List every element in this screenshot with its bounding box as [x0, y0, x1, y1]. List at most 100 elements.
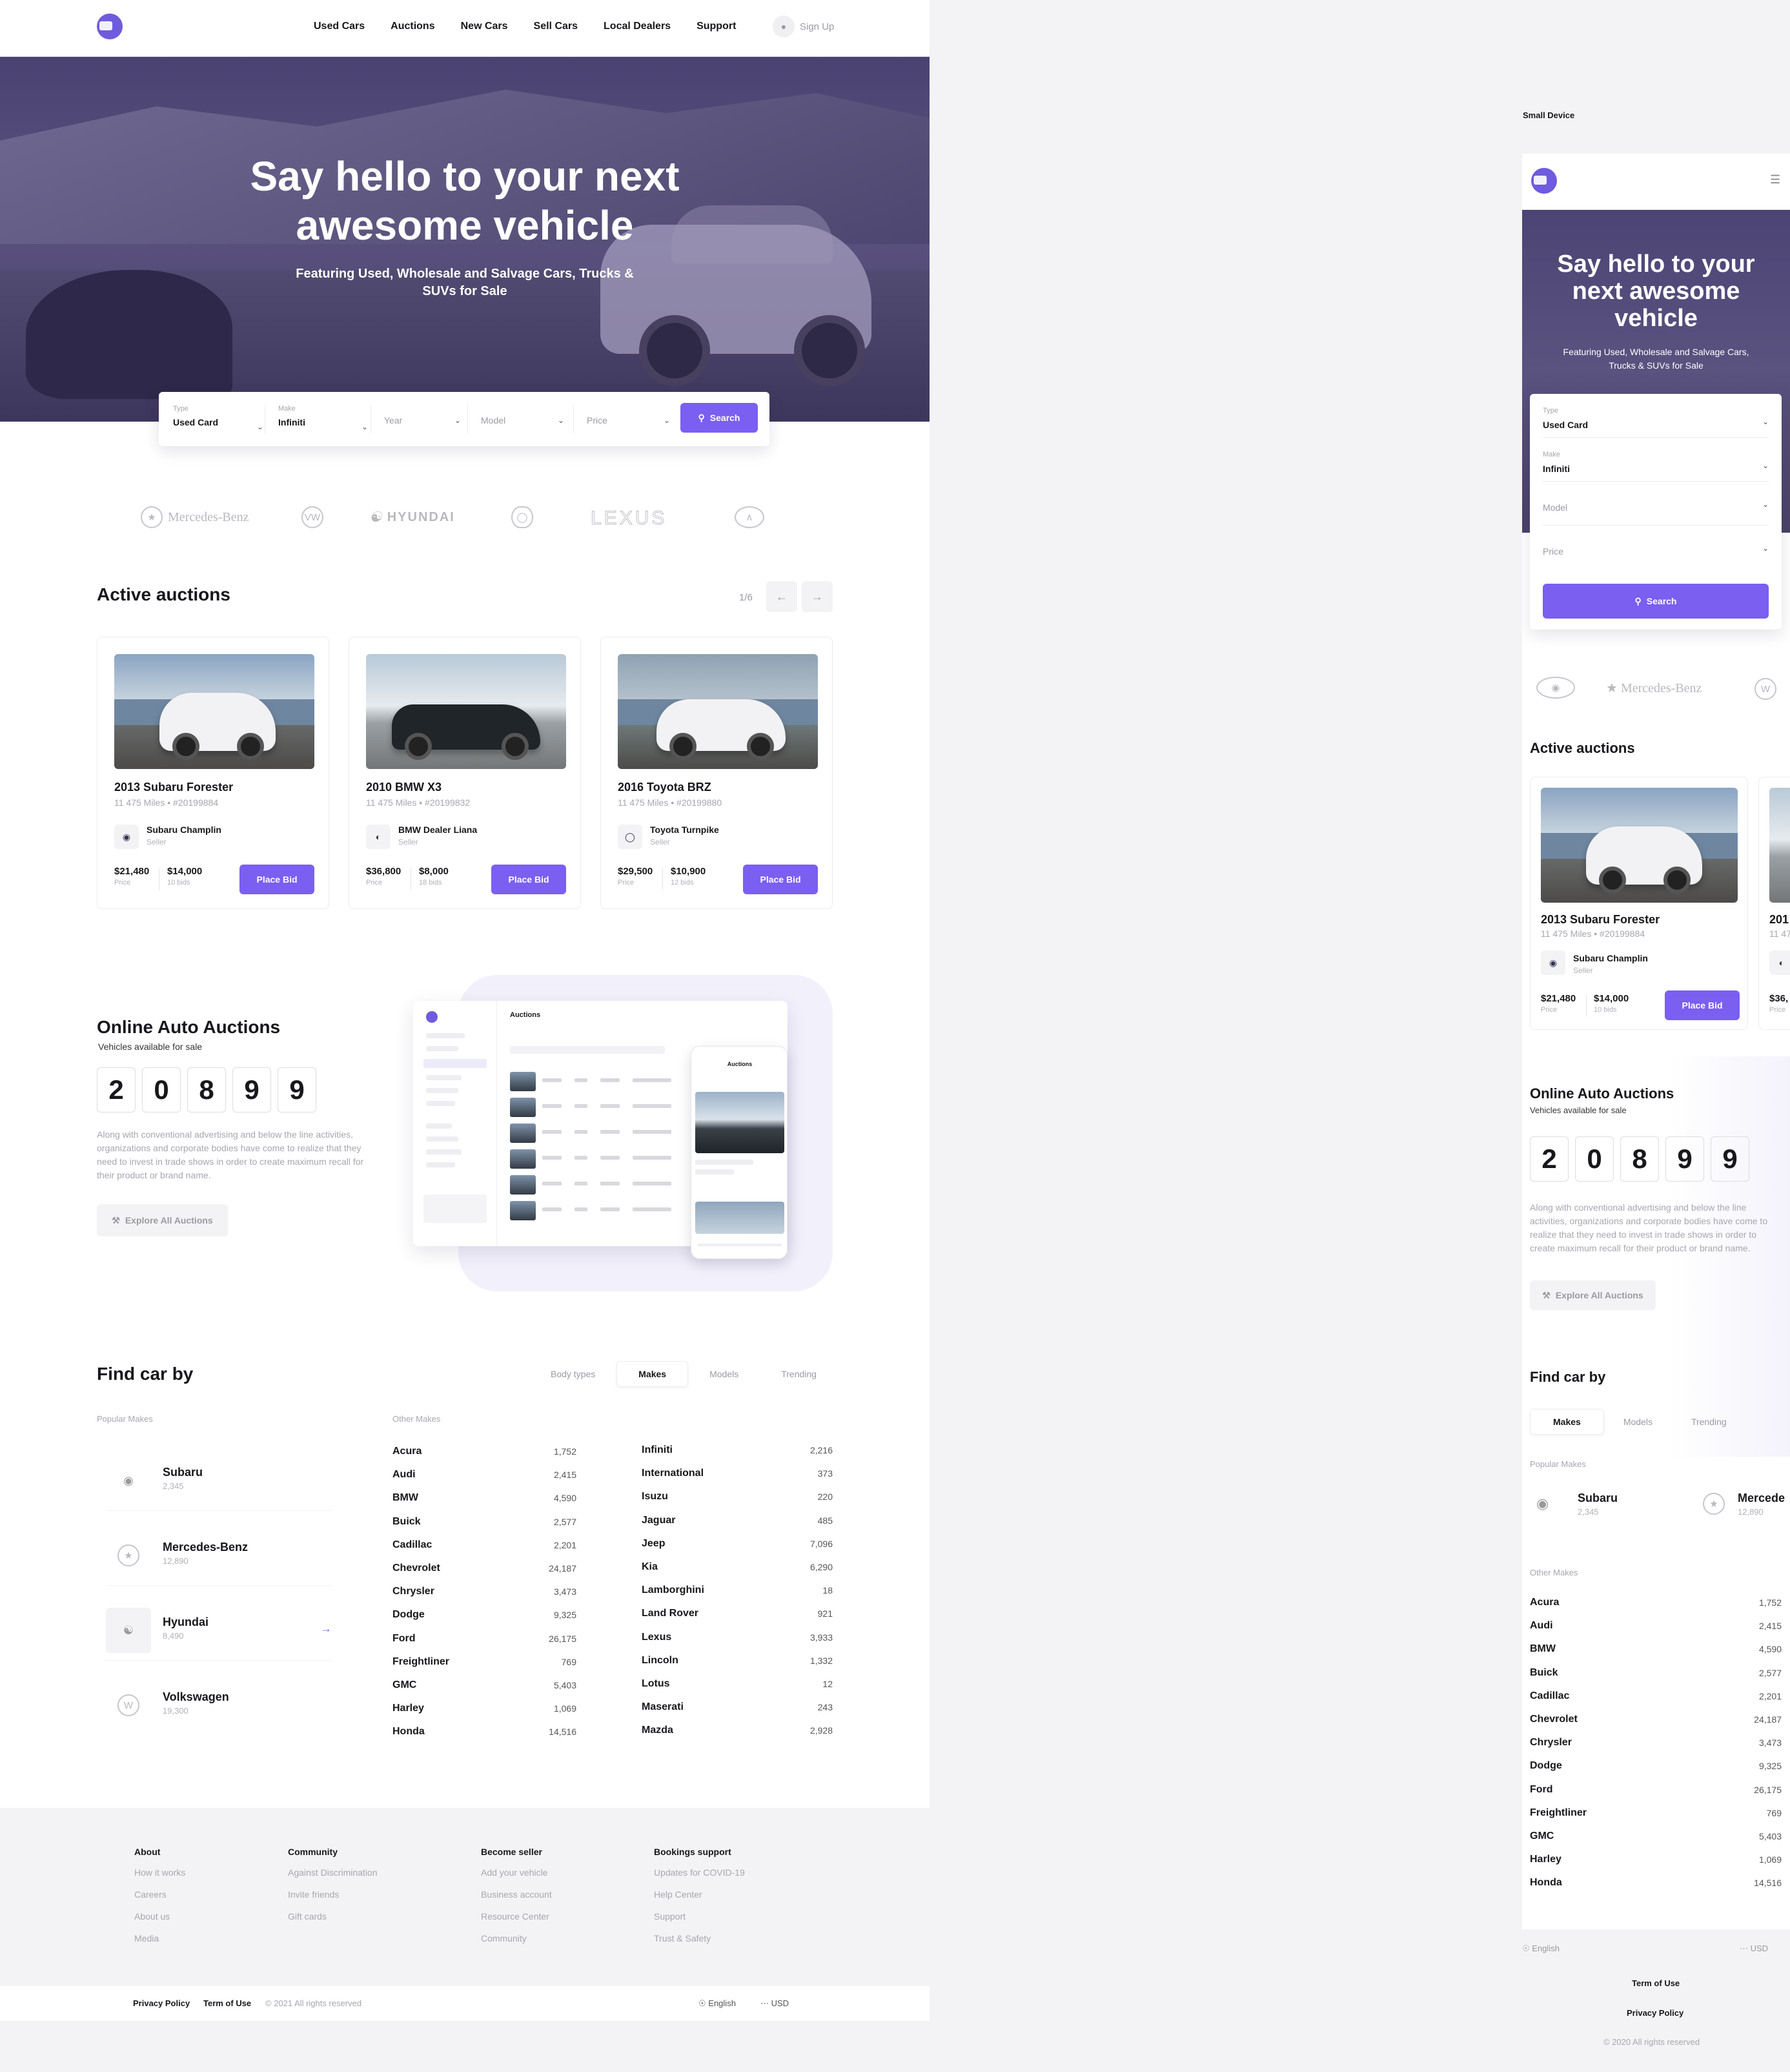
nav-sell-cars[interactable]: Sell Cars [534, 21, 578, 32]
other-make-item[interactable]: Honda 14,516 [392, 1720, 576, 1743]
tab-models[interactable]: Models [1604, 1409, 1672, 1435]
brand-logo[interactable] [1531, 168, 1557, 194]
popular-make-item[interactable]: ★ Mercedes-Benz 12,890 [106, 1521, 332, 1586]
other-make-item[interactable]: Mazda 2,928 [642, 1719, 833, 1742]
other-make-item[interactable]: GMC 5,403 [392, 1674, 576, 1697]
other-make-item[interactable]: Buick 2,577 [1530, 1661, 1782, 1685]
other-make-item[interactable]: Land Rover 921 [642, 1602, 833, 1625]
footer-link[interactable]: Support [654, 1911, 745, 1922]
popular-make-item[interactable]: ☯ Hyundai 8,490 → [106, 1596, 332, 1661]
other-make-item[interactable]: BMW 4,590 [392, 1486, 576, 1510]
other-make-item[interactable]: Chrysler 3,473 [392, 1580, 576, 1603]
language-selector[interactable]: ☉ English [698, 1998, 736, 2009]
other-make-item[interactable]: Isuzu 220 [642, 1485, 833, 1508]
other-make-item[interactable]: Audi 2,415 [1530, 1614, 1782, 1637]
footer-link[interactable]: Updates for COVID-19 [654, 1867, 745, 1878]
price-select[interactable]: Price ⌄ [573, 405, 670, 433]
place-bid-button[interactable]: Place Bid [491, 865, 566, 894]
other-make-item[interactable]: Chevrolet 24,187 [1530, 1708, 1782, 1731]
other-make-item[interactable]: Harley 1,069 [1530, 1848, 1782, 1871]
search-button[interactable]: ⚲ Search [680, 403, 758, 433]
other-make-item[interactable]: Harley 1,069 [392, 1697, 576, 1720]
footer-link[interactable]: About us [134, 1911, 185, 1922]
next-button[interactable]: → [802, 581, 833, 612]
year-select[interactable]: Year ⌄ [371, 405, 461, 433]
footer-link[interactable]: Trust & Safety [654, 1933, 745, 1944]
brand-infiniti[interactable]: ∧ [735, 506, 764, 528]
terms-link[interactable]: Term of Use [203, 1998, 251, 2008]
brand-toyota[interactable]: ◯ [511, 506, 533, 528]
explore-auctions-button[interactable]: ⚒ Explore All Auctions [97, 1204, 228, 1236]
other-make-item[interactable]: Cadillac 2,201 [392, 1533, 576, 1557]
brand-mercedes[interactable]: ★ Mercedes-Benz [141, 506, 249, 528]
tab-models[interactable]: Models [688, 1361, 760, 1387]
other-make-item[interactable]: BMW 4,590 [1530, 1637, 1782, 1661]
place-bid-button[interactable]: Place Bid [1665, 990, 1740, 1020]
other-make-item[interactable]: Honda 14,516 [1530, 1871, 1782, 1894]
other-make-item[interactable]: Chevrolet 24,187 [392, 1557, 576, 1580]
price-select[interactable]: Price ⌄ [1543, 526, 1769, 569]
auction-card[interactable]: 2013 Subaru Forester 11 475 Miles • #201… [97, 637, 329, 909]
type-select[interactable]: Type Used Card ⌄ [1543, 394, 1769, 438]
language-selector[interactable]: ☉ English [1522, 1944, 1560, 1954]
other-make-item[interactable]: Acura 1,752 [1530, 1591, 1782, 1614]
other-make-item[interactable]: Freightliner 769 [1530, 1801, 1782, 1825]
seller-name[interactable]: Subaru Champlin [147, 825, 221, 835]
footer-link[interactable]: Gift cards [288, 1911, 378, 1922]
tab-makes[interactable]: Makes [616, 1361, 689, 1387]
footer-link[interactable]: Business account [481, 1889, 552, 1900]
explore-auctions-button[interactable]: ⚒ Explore All Auctions [1530, 1280, 1656, 1310]
other-make-item[interactable]: Ford 26,175 [1530, 1778, 1782, 1801]
privacy-link[interactable]: Privacy Policy [133, 1998, 190, 2008]
other-make-item[interactable]: Audi 2,415 [392, 1463, 576, 1486]
nav-local-dealers[interactable]: Local Dealers [604, 21, 671, 32]
auction-card[interactable]: 2010 BMW X3 11 475 Miles • #20199832 ◐ B… [349, 637, 581, 909]
brand-volkswagen[interactable]: VW [301, 506, 323, 528]
other-make-item[interactable]: Cadillac 2,201 [1530, 1685, 1782, 1708]
brand-lexus[interactable]: LEXUS [590, 508, 667, 529]
footer-link[interactable]: Help Center [654, 1889, 745, 1900]
footer-link[interactable]: How it works [134, 1867, 185, 1878]
brand-hyundai[interactable]: ☯ HYUNDAI [369, 509, 455, 526]
auction-card[interactable]: 201 11 47 ◐ $36, Price [1758, 777, 1790, 1030]
seller-name[interactable]: BMW Dealer Liana [398, 825, 477, 835]
other-make-item[interactable]: Lexus 3,933 [642, 1626, 833, 1649]
brand-mercedes[interactable]: ★ Mercedes-Benz [1606, 680, 1702, 696]
other-make-item[interactable]: Lamborghini 18 [642, 1579, 833, 1602]
popular-make-item[interactable]: ★ Mercede 12,890 [1703, 1484, 1790, 1529]
footer-link[interactable]: Resource Center [481, 1911, 552, 1922]
other-make-item[interactable]: Infiniti 2,216 [642, 1439, 833, 1462]
make-select[interactable]: Make Infiniti ⌄ [1543, 438, 1769, 482]
nav-used-cars[interactable]: Used Cars [314, 21, 365, 32]
other-make-item[interactable]: Buick 2,577 [392, 1510, 576, 1533]
brand-logo[interactable] [97, 14, 123, 39]
place-bid-button[interactable]: Place Bid [239, 865, 314, 894]
nav-auctions[interactable]: Auctions [391, 21, 434, 32]
arrow-right-icon[interactable]: → [320, 1622, 332, 1636]
type-select[interactable]: Type Used Card ⌄ [173, 405, 263, 433]
footer-link[interactable]: Careers [134, 1889, 185, 1900]
auction-card[interactable]: 2016 Toyota BRZ 11 475 Miles • #20199880… [600, 637, 833, 909]
other-make-item[interactable]: Lotus 12 [642, 1672, 833, 1696]
other-make-item[interactable]: Acura 1,752 [392, 1440, 576, 1463]
other-make-item[interactable]: Ford 26,175 [392, 1627, 576, 1650]
popular-make-item[interactable]: W Volkswagen 19,300 [106, 1671, 332, 1736]
tab-makes[interactable]: Makes [1530, 1409, 1604, 1435]
place-bid-button[interactable]: Place Bid [743, 865, 818, 894]
other-make-item[interactable]: Freightliner 769 [392, 1650, 576, 1674]
make-select[interactable]: Make Infiniti ⌄ [265, 405, 368, 433]
other-make-item[interactable]: Maserati 243 [642, 1696, 833, 1719]
search-button[interactable]: ⚲ Search [1543, 584, 1769, 619]
footer-link[interactable]: Add your vehicle [481, 1867, 552, 1878]
model-select[interactable]: Model ⌄ [1543, 482, 1769, 526]
tab-trending[interactable]: Trending [1672, 1409, 1746, 1435]
seller-name[interactable]: Subaru Champlin [1573, 953, 1648, 963]
popular-make-item[interactable]: ◉ Subaru 2,345 [106, 1446, 332, 1511]
other-make-item[interactable]: Lincoln 1,332 [642, 1649, 833, 1672]
other-make-item[interactable]: Chrysler 3,473 [1530, 1731, 1782, 1754]
other-make-item[interactable]: Dodge 9,325 [1530, 1754, 1782, 1778]
currency-selector[interactable]: ⋯ USD [1740, 1944, 1768, 1954]
auction-card[interactable]: 2013 Subaru Forester 11 475 Miles • #201… [1530, 777, 1748, 1030]
privacy-link[interactable]: Privacy Policy [1627, 2008, 1683, 2018]
prev-button[interactable]: ← [766, 581, 797, 612]
